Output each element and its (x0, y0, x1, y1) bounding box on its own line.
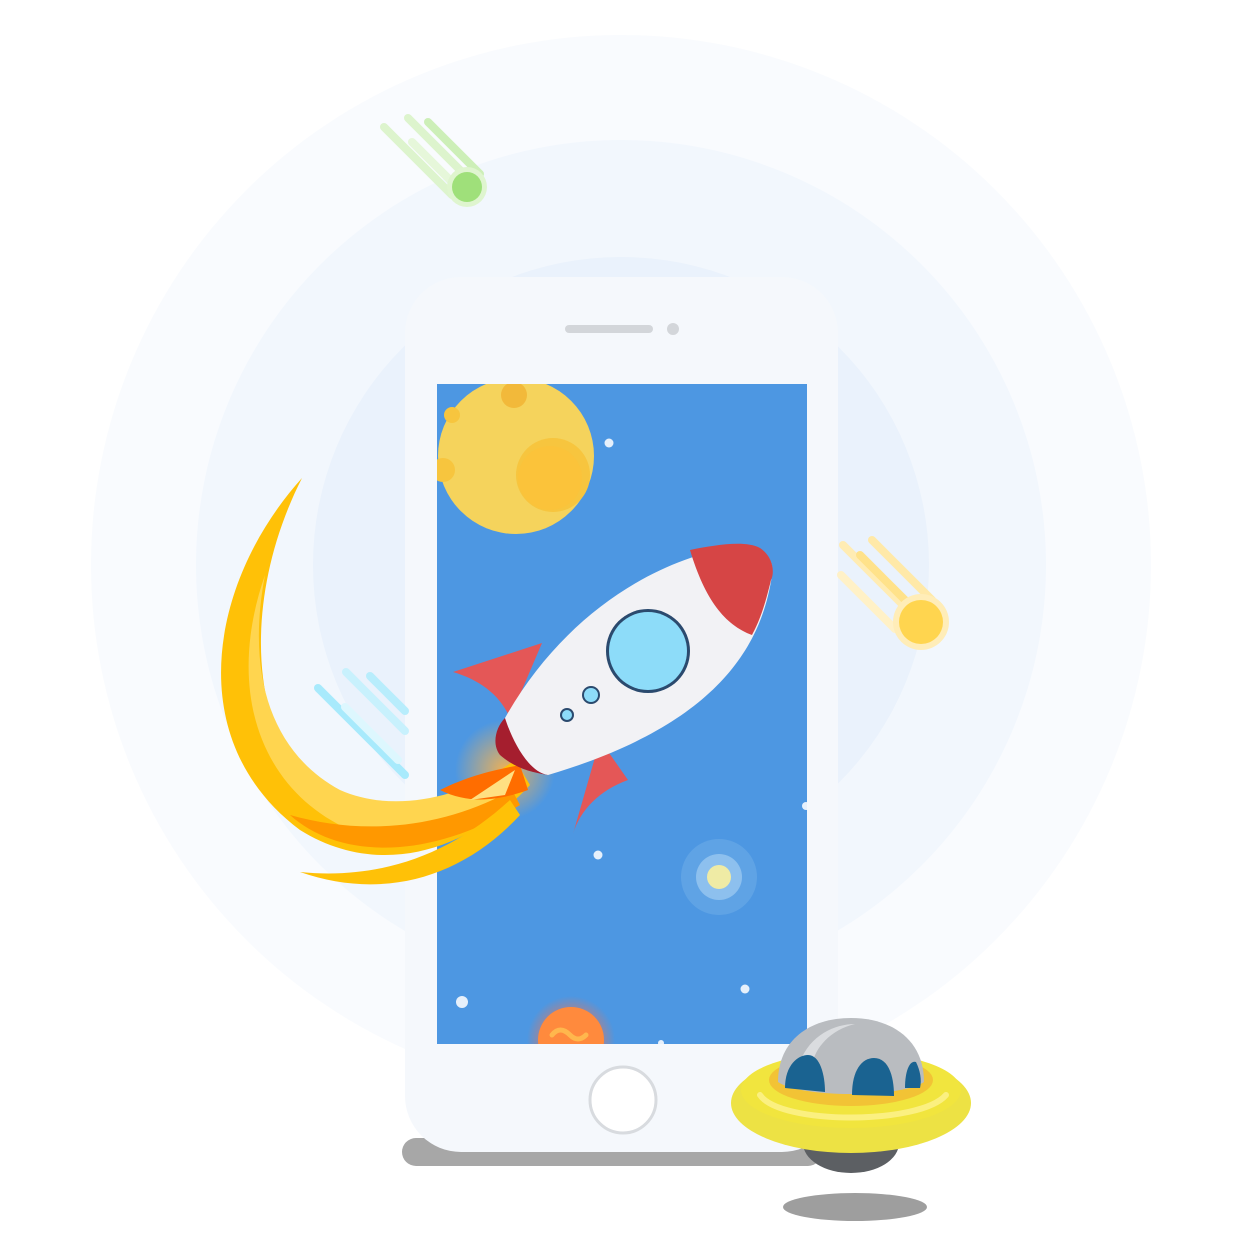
phone-speaker (565, 325, 653, 333)
illustration-stage (0, 0, 1242, 1242)
phone-camera (667, 323, 679, 335)
ufo-shadow (783, 1193, 927, 1221)
glowing-star-icon (681, 839, 757, 915)
illustration-svg (91, 35, 1151, 1221)
home-button[interactable] (588, 1065, 658, 1135)
